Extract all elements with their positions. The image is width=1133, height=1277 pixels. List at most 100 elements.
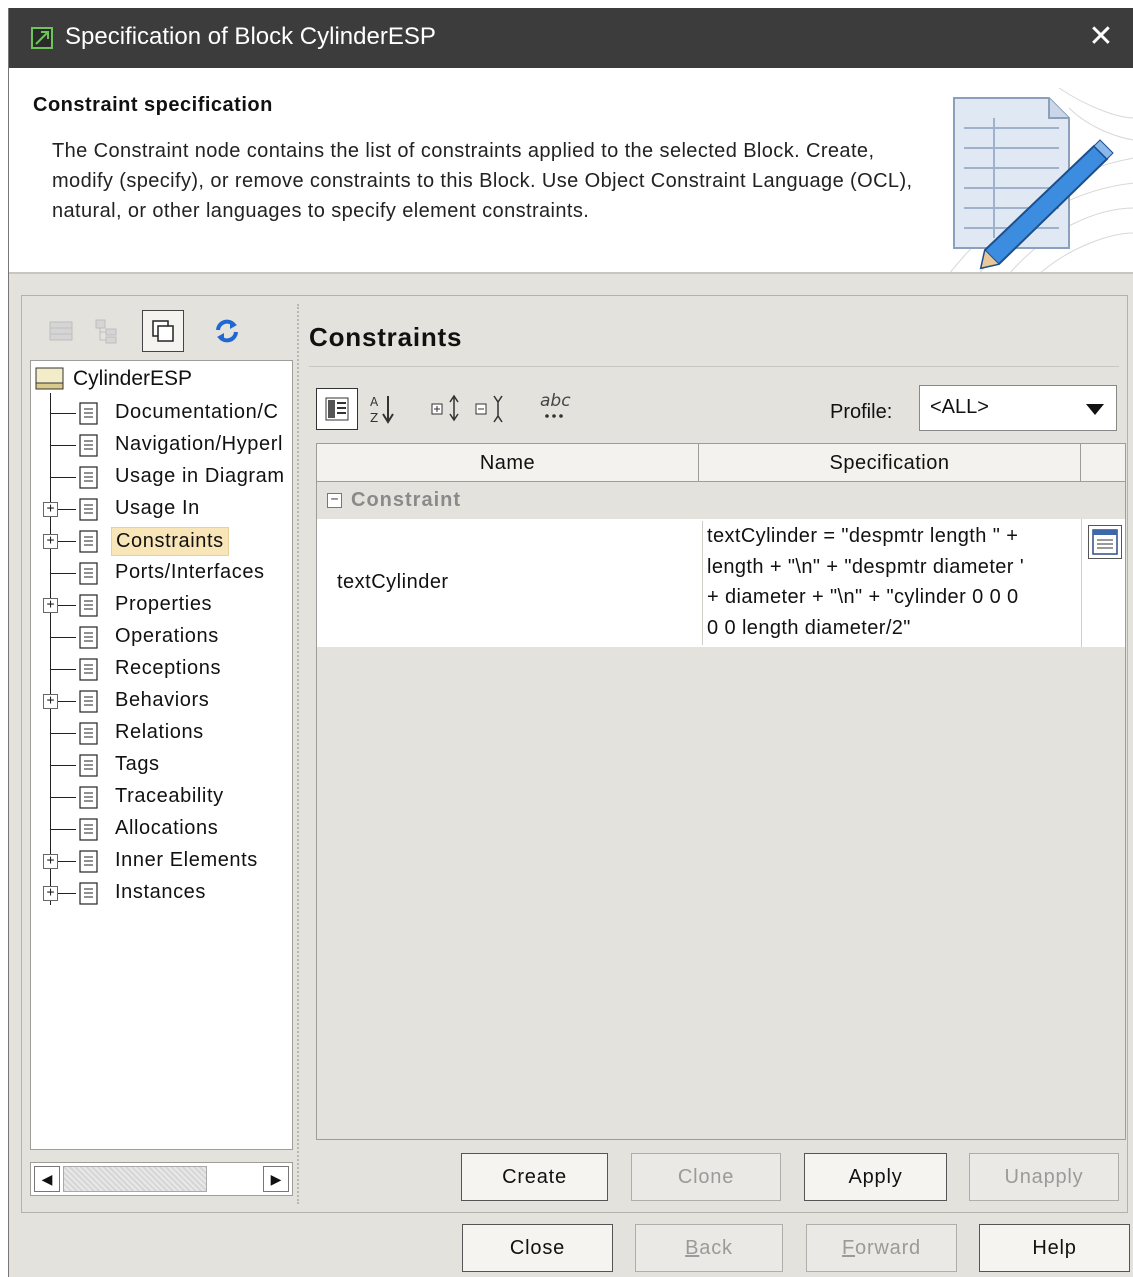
tree-item[interactable]: Documentation/C (31, 397, 292, 429)
tree-connector (50, 413, 76, 414)
column-header-specification[interactable]: Specification (699, 444, 1081, 482)
tree-root[interactable]: CylinderESP (35, 365, 192, 393)
tree-item-label: Allocations (115, 817, 219, 839)
tree-connector (50, 733, 76, 734)
tree-item[interactable]: Usage in Diagram (31, 461, 292, 493)
collapse-group-icon[interactable]: − (327, 493, 342, 508)
header-description: The Constraint node contains the list of… (52, 140, 913, 222)
tree-item[interactable]: Allocations (31, 813, 292, 845)
tree-item[interactable]: Traceability (31, 781, 292, 813)
svg-text:Z: Z (370, 411, 378, 425)
svg-text:abc: abc (540, 391, 571, 411)
back-button[interactable]: Back (635, 1224, 783, 1272)
tree-item[interactable]: + Inner Elements (31, 845, 292, 877)
tree-item-label: Navigation/Hyperl (115, 433, 284, 455)
document-icon (79, 562, 98, 585)
document-icon (79, 850, 98, 873)
column-header-extra (1081, 444, 1125, 482)
tree-connector (50, 445, 76, 446)
categorized-view-icon[interactable] (316, 388, 358, 430)
tree-item-label: Traceability (115, 785, 224, 807)
create-button[interactable]: Create (461, 1153, 608, 1201)
tree-item[interactable]: Navigation/Hyperl (31, 429, 292, 461)
chevron-down-icon (1086, 404, 1104, 415)
tree-item[interactable]: + Constraints (31, 525, 292, 557)
text-view-icon[interactable]: abc (538, 388, 572, 434)
tree-item[interactable]: + Properties (31, 589, 292, 621)
tree-item[interactable]: + Behaviors (31, 685, 292, 717)
document-icon (79, 754, 98, 777)
tree-item-label: Relations (115, 721, 204, 743)
expand-node-icon[interactable]: + (43, 502, 58, 517)
constraint-name-cell[interactable]: textCylinder (337, 571, 449, 594)
close-window-icon[interactable]: ✕ (1084, 20, 1118, 54)
specification-tree[interactable]: CylinderESP Documentation/C Navigation/Hy… (30, 360, 293, 1150)
panel-splitter[interactable] (297, 304, 301, 1204)
document-icon (79, 658, 98, 681)
table-row[interactable]: textCylinder textCylinder = "despmtr len… (317, 519, 1125, 647)
scroll-left-icon[interactable]: ◀ (34, 1166, 60, 1192)
document-icon (79, 498, 98, 521)
constraints-table[interactable]: Name Specification − Constraint textCyli… (316, 443, 1126, 1140)
clone-button[interactable]: Clone (631, 1153, 781, 1201)
tree-connector (50, 573, 76, 574)
tree-item[interactable]: Tags (31, 749, 292, 781)
column-header-name[interactable]: Name (317, 444, 699, 482)
expand-node-icon[interactable]: + (43, 534, 58, 549)
description-header: Constraint specification The Constraint … (9, 68, 1133, 274)
profile-dropdown[interactable]: <ALL> (919, 385, 1117, 431)
tree-connector (50, 765, 76, 766)
document-icon (79, 402, 98, 425)
document-icon (79, 466, 98, 489)
expand-node-icon[interactable]: + (43, 854, 58, 869)
document-pencil-icon (949, 87, 1133, 272)
tree-connector (50, 829, 76, 830)
sort-alphabetical-icon[interactable]: AZ (368, 392, 398, 432)
tree-item-label: Operations (115, 625, 219, 647)
document-icon (79, 594, 98, 617)
help-button[interactable]: Help (979, 1224, 1130, 1272)
tree-connector (50, 477, 76, 478)
tree-horizontal-scrollbar[interactable]: ◀ ▶ (30, 1162, 293, 1196)
group-row[interactable]: − Constraint (317, 483, 1125, 519)
scroll-right-icon[interactable]: ▶ (263, 1166, 289, 1192)
tree-item-label: Instances (115, 881, 207, 903)
edit-specification-button[interactable] (1088, 525, 1122, 559)
tree-item[interactable]: + Instances (31, 877, 292, 909)
forward-button[interactable]: Forward (806, 1224, 957, 1272)
expand-tree-icon[interactable] (86, 310, 128, 352)
document-icon (79, 690, 98, 713)
document-icon (79, 434, 98, 457)
scroll-thumb[interactable] (63, 1166, 207, 1192)
expand-node-icon[interactable]: + (43, 598, 58, 613)
tree-item-label: Behaviors (115, 689, 210, 711)
tree-item-label: Ports/Interfaces (115, 561, 265, 583)
tree-item[interactable]: Receptions (31, 653, 292, 685)
expand-all-icon[interactable] (430, 392, 464, 432)
show-all-icon[interactable] (142, 310, 184, 352)
expand-node-icon[interactable]: + (43, 886, 58, 901)
collapse-icon[interactable] (40, 310, 82, 352)
expand-node-icon[interactable]: + (43, 694, 58, 709)
refresh-icon[interactable] (206, 310, 248, 352)
tree-connector (50, 637, 76, 638)
unapply-button[interactable]: Unapply (969, 1153, 1119, 1201)
header-title: Constraint specification (33, 94, 273, 116)
tree-item[interactable]: Ports/Interfaces (31, 557, 292, 589)
tree-root-label: CylinderESP (73, 367, 193, 390)
back-label: ack (699, 1237, 733, 1259)
close-button[interactable]: Close (462, 1224, 613, 1272)
tree-item[interactable]: Relations (31, 717, 292, 749)
document-icon (79, 530, 98, 553)
collapse-all-icon[interactable] (474, 392, 508, 432)
tree-item[interactable]: Operations (31, 621, 292, 653)
constraint-specification-cell[interactable]: textCylinder = "despmtr length " + lengt… (702, 521, 1082, 645)
tree-connector (50, 797, 76, 798)
tree-item[interactable]: + Usage In (31, 493, 292, 525)
specification-dialog: Specification of Block CylinderESP ✕ Con… (8, 8, 1133, 1277)
apply-button[interactable]: Apply (804, 1153, 947, 1201)
profile-label: Profile: (830, 401, 893, 423)
document-icon (79, 818, 98, 841)
block-icon (35, 367, 64, 390)
tree-item-label: Constraints (111, 527, 229, 556)
